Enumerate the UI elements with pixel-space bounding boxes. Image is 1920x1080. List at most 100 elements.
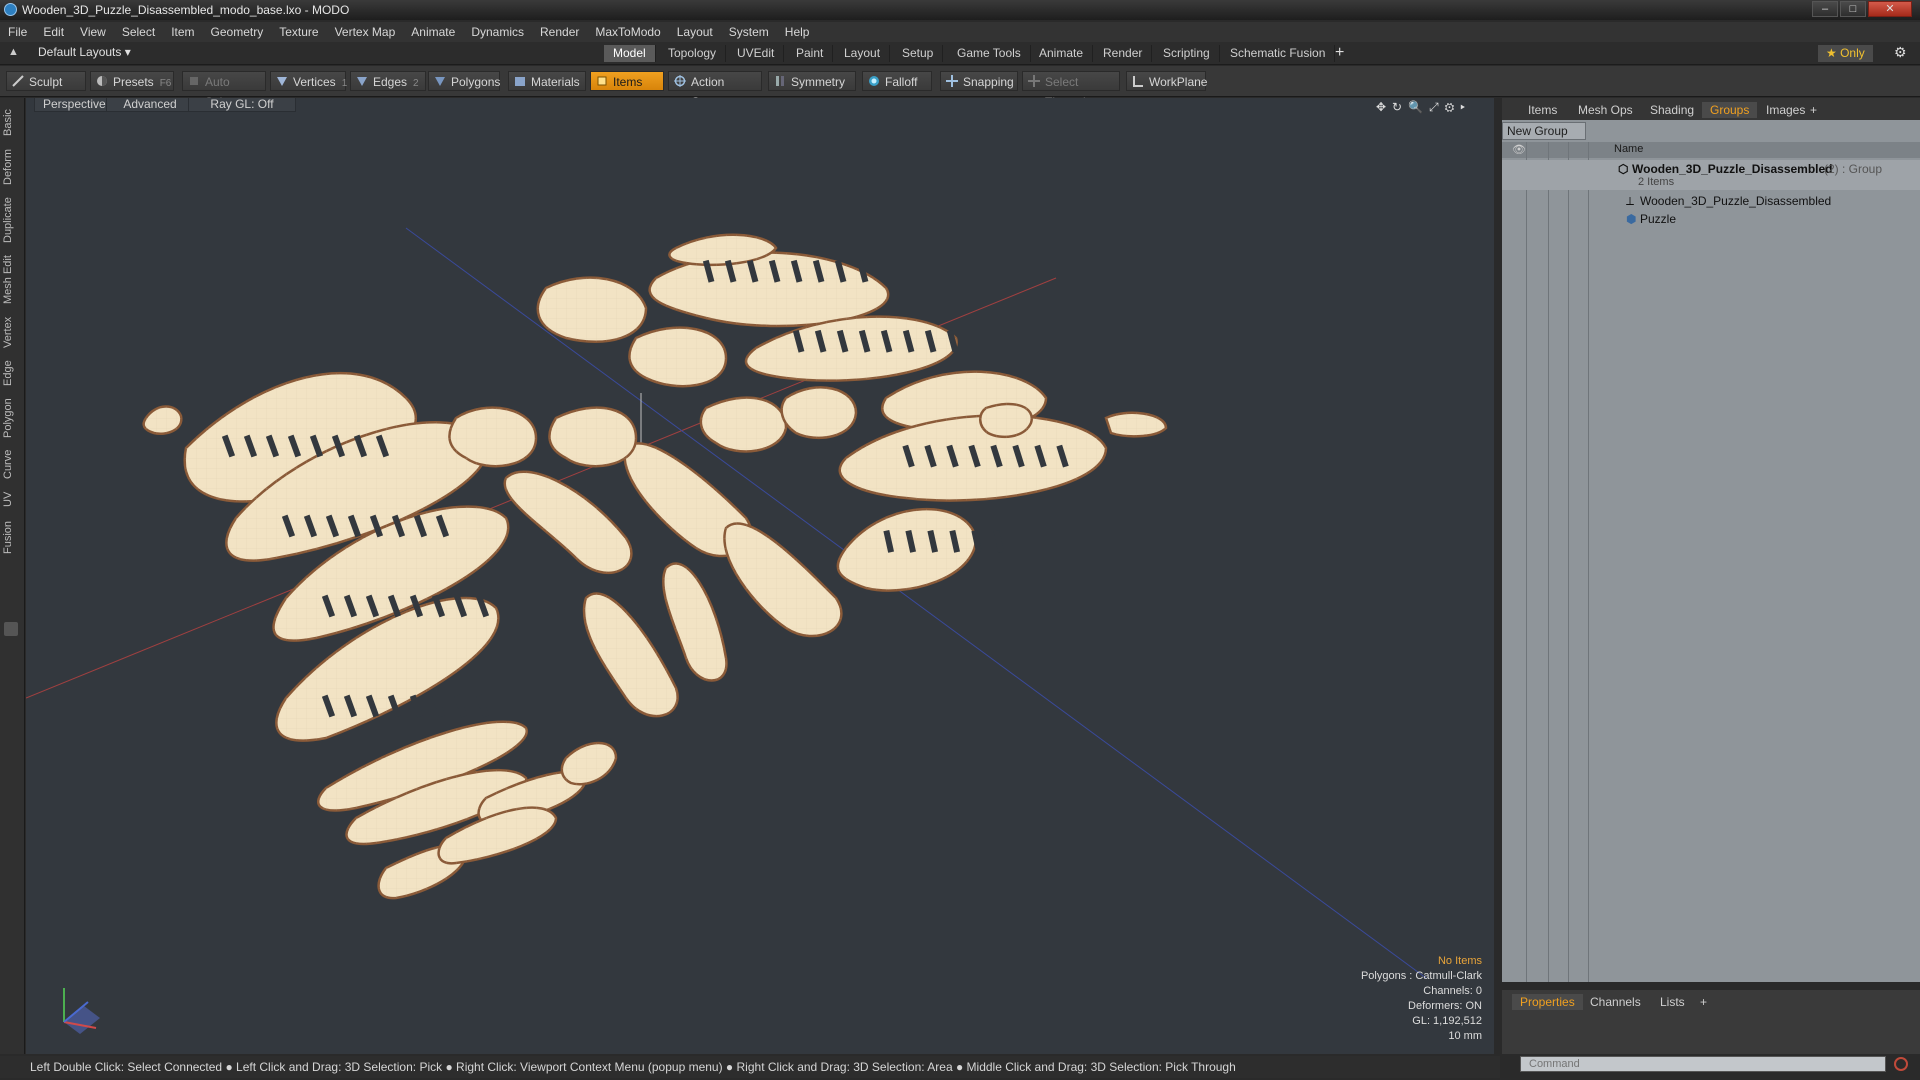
tab-edge[interactable]: Edge (2, 356, 22, 390)
viewport-nav-icons[interactable]: ✥↻🔍⤢⚙▸ (1376, 100, 1471, 115)
items-button[interactable]: Items (590, 71, 664, 91)
snapping-label: Snapping (963, 75, 1014, 89)
symmetry-icon (776, 76, 784, 86)
tab-animate[interactable]: Animate (1030, 45, 1094, 62)
menu-view[interactable]: View (72, 22, 114, 42)
shading-mode-button[interactable]: Advanced (106, 98, 194, 112)
group-suffix: (2) : Group (1824, 162, 1883, 176)
falloff-button[interactable]: Falloff (862, 71, 932, 91)
sculpt-button[interactable]: Sculpt (6, 71, 86, 91)
vertices-button[interactable]: Vertices 1 (270, 71, 347, 91)
name-column-header[interactable]: Name (1614, 143, 1643, 155)
viewport-scene[interactable] (26, 98, 1494, 1054)
command-input[interactable] (1520, 1056, 1886, 1072)
tab-duplicate[interactable]: Duplicate (2, 192, 22, 248)
menu-layout[interactable]: Layout (669, 22, 721, 42)
tab-scripting[interactable]: Scripting (1154, 45, 1220, 62)
menu-texture[interactable]: Texture (271, 22, 326, 42)
action-center-button[interactable]: Action Center (668, 71, 762, 109)
menu-geometry[interactable]: Geometry (203, 22, 272, 42)
tab-uvedit[interactable]: UVEdit (728, 45, 785, 62)
materials-button[interactable]: Materials (508, 71, 586, 91)
workplane-button[interactable]: WorkPlane (1126, 71, 1207, 91)
presets-button[interactable]: Presets F6 (90, 71, 174, 91)
title-bar: Wooden_3D_Puzzle_Disassembled_modo_base.… (0, 0, 1920, 20)
viewport-info: No Items Polygons : Catmull-Clark Channe… (1361, 954, 1482, 1044)
tab-lists[interactable]: Lists (1652, 994, 1693, 1010)
tab-render[interactable]: Render (1094, 45, 1153, 62)
only-toggle[interactable]: ★ Only (1818, 45, 1873, 62)
group-row[interactable]: ⬡ Wooden_3D_Puzzle_Disassembled (2) : Gr… (1502, 160, 1920, 190)
materials-label: Materials (531, 75, 580, 89)
tab-groups[interactable]: Groups (1702, 102, 1758, 118)
select-through-icon (1028, 75, 1040, 87)
tab-layout[interactable]: Layout (835, 45, 891, 62)
main-toolbar: Sculpt Presets F6 Auto Select Vertices 1 E… (0, 66, 1920, 109)
tab-properties[interactable]: Properties (1512, 994, 1583, 1010)
new-group-button[interactable]: New Group (1502, 122, 1586, 140)
right-panel-tabs: Items Mesh Ops Shading Groups Images + (1502, 98, 1920, 120)
maximize-button[interactable]: □ (1840, 1, 1866, 17)
visibility-column-icon[interactable]: 👁 (1512, 143, 1526, 156)
tab-polygon[interactable]: Polygon (2, 394, 22, 442)
edges-button[interactable]: Edges 2 (350, 71, 426, 91)
tab-game-tools[interactable]: Game Tools (948, 45, 1031, 62)
gear-icon[interactable]: ⚙ (1894, 44, 1907, 61)
symmetry-button[interactable]: Symmetry (768, 71, 856, 91)
tab-basic[interactable]: Basic (2, 104, 22, 142)
tab-schematic-fusion[interactable]: Schematic Fusion (1221, 45, 1336, 62)
puzzle-slot (993, 529, 1005, 553)
layout-arrow-icon[interactable]: ▲ (8, 46, 20, 58)
perspective-button[interactable]: Perspective (34, 98, 115, 112)
menu-animate[interactable]: Animate (403, 22, 463, 42)
workplane-icon (1133, 76, 1143, 87)
menu-render[interactable]: Render (532, 22, 587, 42)
menu-dynamics[interactable]: Dynamics (463, 22, 532, 42)
menu-help[interactable]: Help (777, 22, 818, 42)
add-bottom-tab-button[interactable]: + (1692, 994, 1715, 1010)
menu-item[interactable]: Item (163, 22, 202, 42)
modo-app-icon (4, 3, 17, 16)
column-divider (1568, 142, 1569, 982)
tab-setup[interactable]: Setup (893, 45, 944, 62)
tab-shading[interactable]: Shading (1642, 102, 1702, 118)
add-layout-tab-button[interactable]: + (1335, 44, 1344, 62)
3d-viewport[interactable]: Perspective Advanced Ray GL: Off ✥↻🔍⤢⚙▸ … (26, 98, 1494, 1054)
toggle-panel-button[interactable] (4, 622, 18, 636)
menu-edit[interactable]: Edit (35, 22, 72, 42)
menu-select[interactable]: Select (114, 22, 163, 42)
auto-select-button[interactable]: Auto Select (182, 71, 266, 109)
tab-mesh-edit[interactable]: Mesh Edit (2, 252, 22, 308)
menu-vertex-map[interactable]: Vertex Map (327, 22, 404, 42)
stop-command-icon[interactable] (1894, 1057, 1908, 1071)
tab-topology[interactable]: Topology (659, 45, 727, 62)
menu-file[interactable]: File (0, 22, 35, 42)
close-button[interactable]: ✕ (1868, 1, 1912, 17)
tab-mesh-ops[interactable]: Mesh Ops (1570, 102, 1641, 118)
ray-gl-button[interactable]: Ray GL: Off (188, 98, 296, 112)
add-panel-tab-button[interactable]: + (1802, 102, 1825, 118)
falloff-icon (869, 76, 879, 86)
menu-system[interactable]: System (721, 22, 777, 42)
tab-deform[interactable]: Deform (2, 146, 22, 188)
tab-model[interactable]: Model (604, 45, 656, 62)
polygons-button[interactable]: Polygons (428, 71, 500, 91)
tab-vertex[interactable]: Vertex (2, 312, 22, 352)
tab-fusion[interactable]: Fusion (2, 516, 22, 558)
tab-items[interactable]: Items (1520, 102, 1565, 118)
minimize-button[interactable]: – (1812, 1, 1838, 17)
menu-maxtomodo[interactable]: MaxToModo (587, 22, 668, 42)
tree-row-mesh[interactable]: ⟂ Wooden_3D_Puzzle_Disassembled (1502, 192, 1920, 210)
tab-uv[interactable]: UV (2, 486, 22, 512)
puzzle-slot (409, 694, 424, 718)
tab-channels[interactable]: Channels (1582, 994, 1649, 1010)
tree-row-puzzle[interactable]: ⬢ Puzzle (1502, 210, 1920, 228)
tab-curve[interactable]: Curve (2, 446, 22, 482)
snapping-icon (946, 75, 958, 87)
status-bar: Left Double Click: Select Connected ● Le… (0, 1056, 1500, 1078)
snapping-button[interactable]: Snapping (940, 71, 1018, 91)
group-icon: ⬡ (1618, 162, 1629, 176)
tab-paint[interactable]: Paint (787, 45, 834, 62)
select-through-button[interactable]: Select Through (1022, 71, 1120, 109)
default-layouts-dropdown[interactable]: Default Layouts ▾ (38, 45, 131, 59)
